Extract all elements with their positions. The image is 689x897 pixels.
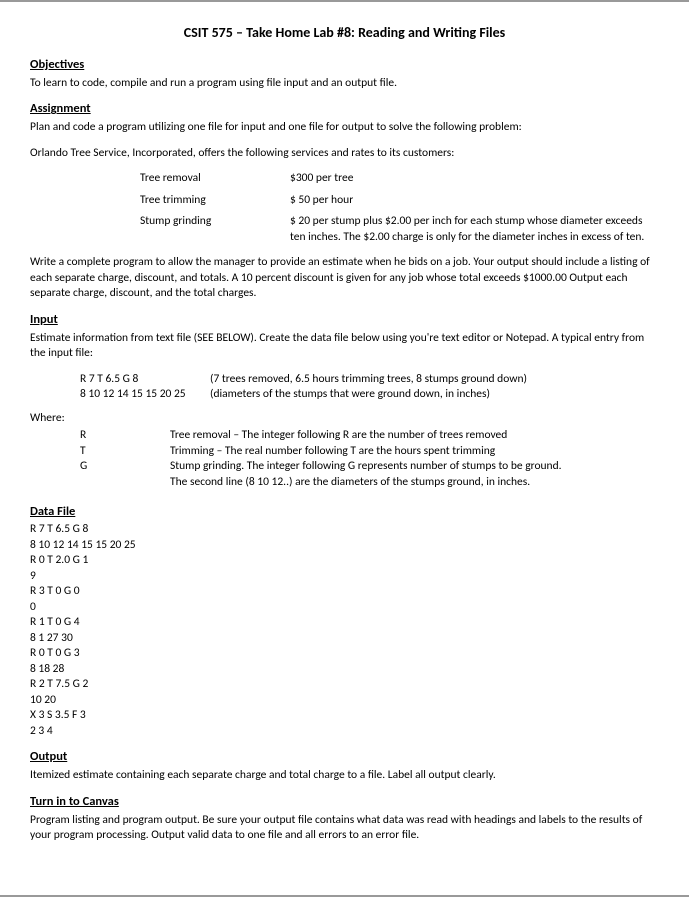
service-name: Tree removal [30,171,270,187]
where-row: R Tree removal – The integer following R… [80,428,659,444]
objectives-heading: Objectives [30,57,659,74]
where-val: Tree removal – The integer following R a… [170,428,659,444]
service-name: Stump grinding [30,214,270,245]
service-rate: $ 50 per hour [270,193,659,209]
where-label: Where: [30,411,659,427]
output-heading: Output [30,749,659,766]
where-row: G Stump grinding. The integer following … [80,459,659,475]
output-body: Itemized estimate containing each separa… [30,768,659,784]
where-key: G [80,459,170,475]
example-desc: (7 trees removed, 6.5 hours trimming tre… [210,372,659,388]
service-row: Stump grinding $ 20 per stump plus $2.00… [30,214,659,245]
example-desc: (diameters of the stumps that were groun… [210,387,659,403]
assignment-heading: Assignment [30,101,659,118]
where-val: Stump grinding. The integer following G … [170,459,659,475]
datafile-heading: Data File [30,504,659,521]
services-table: Tree removal $300 per tree Tree trimming… [30,171,659,245]
service-rate: $300 per tree [270,171,659,187]
where-row: The second line (8 10 12..) are the diam… [80,475,659,491]
datafile-content: R 7 T 6.5 G 8 8 10 12 14 15 15 20 25 R 0… [30,522,659,739]
assignment-p2: Orlando Tree Service, Incorporated, offe… [30,146,659,162]
where-key: T [80,444,170,460]
service-row: Tree removal $300 per tree [30,171,659,187]
turnin-body: Program listing and program output. Be s… [30,813,659,844]
input-heading: Input [30,312,659,329]
page-title: CSIT 575 – Take Home Lab #8: Reading and… [30,24,659,43]
example-code: R 7 T 6.5 G 8 [80,372,210,388]
example-row: 8 10 12 14 15 15 20 25 (diameters of the… [80,387,659,403]
service-name: Tree trimming [30,193,270,209]
where-row: T Trimming – The real number following T… [80,444,659,460]
turnin-heading: Turn in to Canvas [30,794,659,811]
assignment-p1: Plan and code a program utilizing one fi… [30,120,659,136]
assignment-p3: Write a complete program to allow the ma… [30,255,659,302]
where-table: R Tree removal – The integer following R… [80,428,659,490]
input-example: R 7 T 6.5 G 8 (7 trees removed, 6.5 hour… [80,372,659,403]
example-code: 8 10 12 14 15 15 20 25 [80,387,210,403]
where-key [80,475,170,491]
where-val: The second line (8 10 12..) are the diam… [170,475,659,491]
where-val: Trimming – The real number following T a… [170,444,659,460]
document-page: CSIT 575 – Take Home Lab #8: Reading and… [0,0,689,897]
input-p1: Estimate information from text file (SEE… [30,331,659,362]
service-rate: $ 20 per stump plus $2.00 per inch for e… [270,214,659,245]
where-key: R [80,428,170,444]
service-row: Tree trimming $ 50 per hour [30,193,659,209]
example-row: R 7 T 6.5 G 8 (7 trees removed, 6.5 hour… [80,372,659,388]
objectives-body: To learn to code, compile and run a prog… [30,76,659,92]
